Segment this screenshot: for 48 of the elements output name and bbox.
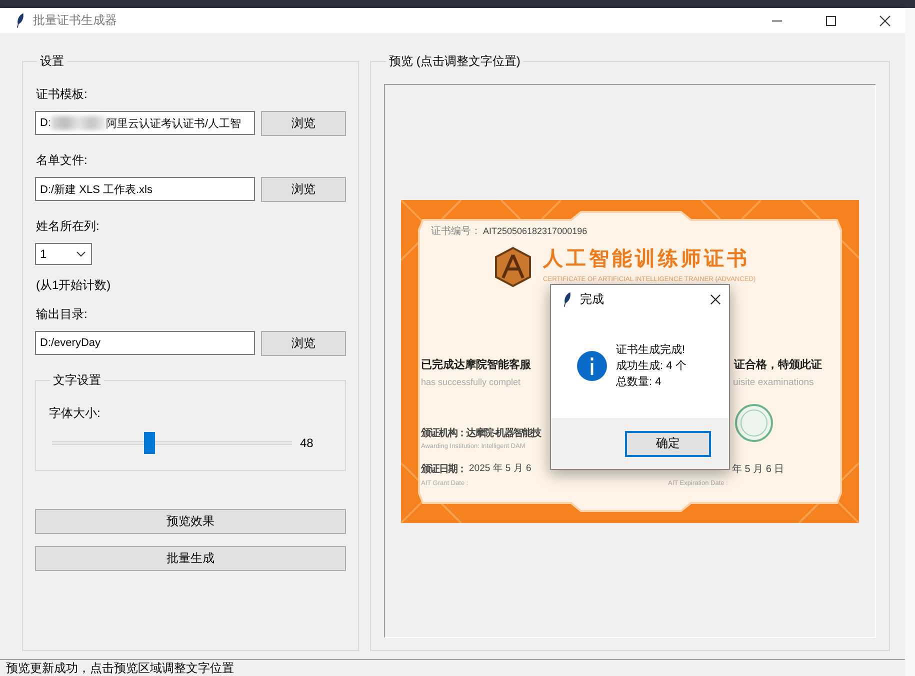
ok-button[interactable]: 确定 — [625, 430, 711, 456]
expiry-date: 年 5 月 6 日 — [732, 464, 784, 474]
certificate-statement-english: has successfully complet — [421, 378, 521, 388]
browse-button[interactable]: 浏览 — [261, 177, 346, 202]
group-label: 文字设置 — [52, 372, 102, 389]
window-title: 批量证书生成器 — [33, 12, 117, 29]
field-label: 名单文件: — [36, 152, 88, 169]
hexagon-logo-icon — [493, 246, 533, 288]
field-label: 字体大小: — [49, 405, 102, 422]
group-label: 预览 (点击调整文字位置) — [388, 53, 522, 70]
redaction-blur — [51, 116, 106, 130]
status-text: 预览更新成功，点击预览区域调整文字位置 — [6, 660, 234, 676]
chevron-icon — [76, 251, 86, 257]
certificate-number-label: 证书编号： — [431, 226, 481, 236]
feather-icon — [563, 292, 572, 306]
certificate-statement: 证合格，特颁此证 — [734, 358, 822, 371]
maximize-icon[interactable] — [825, 14, 837, 26]
issuer-text: 颁证机构：达摩院-机器智能技 — [421, 428, 540, 438]
action-button[interactable]: 预览效果 — [35, 509, 346, 534]
slider-thumb[interactable] — [144, 432, 156, 454]
input-field[interactable]: D:/新建 XLS 工作表.xls — [35, 177, 255, 201]
browse-button[interactable]: 浏览 — [261, 331, 346, 356]
browse-button[interactable]: 浏览 — [261, 111, 346, 136]
info-icon — [577, 350, 607, 380]
dialog-title: 完成 — [580, 290, 604, 308]
certificate-statement-english: uisite examinations — [733, 378, 814, 388]
input-field[interactable]: D: 阿里云认证考认证书/人工智 — [35, 111, 255, 135]
action-button[interactable]: 批量生成 — [35, 546, 346, 571]
column-dropdown[interactable]: 1 — [35, 243, 92, 265]
close-icon[interactable] — [710, 294, 721, 304]
group-label: 设置 — [39, 53, 65, 70]
field-label: 输出目录: — [36, 306, 88, 323]
hint-text: (从1开始计数) — [36, 277, 112, 294]
message-text: 成功生成: 4 个 — [616, 358, 686, 374]
certificate-number: AIT250506182317000196 — [483, 226, 588, 236]
input-field[interactable]: D:/everyDay — [35, 331, 255, 355]
feather-icon — [16, 13, 25, 28]
field-label: 证书模板: — [36, 86, 88, 103]
slider-value: 48 — [300, 436, 314, 450]
close-icon[interactable] — [879, 14, 891, 26]
grant-date: 2025 年 5 月 6 — [469, 464, 532, 474]
message-text: 总数量: 4 — [616, 374, 662, 390]
seal-icon — [734, 402, 774, 442]
certificate-statement: 已完成达摩院智能客服 — [421, 358, 531, 371]
field-label: 姓名所在列: — [36, 218, 100, 235]
grant-date-label: 颁证日期： — [421, 464, 466, 474]
certificate-title: 人工智能训练师证书 — [543, 248, 750, 270]
message-text: 证书生成完成! — [616, 342, 686, 358]
